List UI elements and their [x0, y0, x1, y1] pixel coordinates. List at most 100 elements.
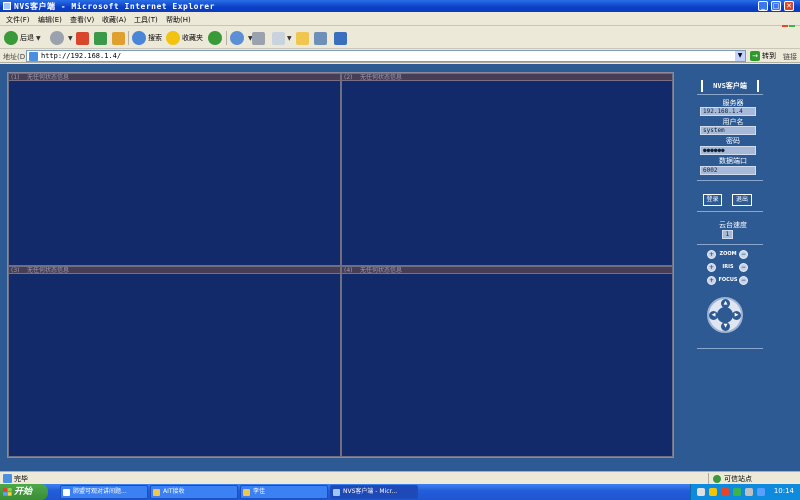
divider — [697, 348, 763, 349]
close-button[interactable]: ✕ — [784, 1, 794, 11]
folder-button[interactable] — [296, 30, 309, 46]
ptz-down-arrow-icon[interactable]: ▼ — [721, 322, 730, 331]
ptz-up-arrow-icon[interactable]: ▲ — [721, 299, 730, 308]
address-input[interactable]: http://192.168.1.4/ ▼ — [26, 50, 746, 62]
go-button[interactable]: → 转到 — [750, 51, 776, 61]
network-icon[interactable] — [757, 488, 765, 496]
video-cell-3[interactable]: (3) 无任何状态信息 — [8, 266, 341, 457]
menu-view[interactable]: 查看(V) — [70, 15, 94, 25]
menu-edit[interactable]: 编辑(E) — [38, 15, 62, 25]
panel-title: NVS客户端 — [701, 80, 759, 92]
status-bar: 完毕 可信站点 — [0, 471, 800, 484]
messenger-button[interactable] — [314, 30, 327, 46]
logout-button[interactable]: 退出 — [732, 194, 752, 206]
ptz-right-arrow-icon[interactable]: ▶ — [732, 311, 741, 320]
folder-icon — [153, 489, 160, 496]
ptz-left-arrow-icon[interactable]: ◀ — [709, 311, 718, 320]
server-input[interactable]: 192.168.1.4 — [700, 107, 756, 116]
messenger-icon — [314, 31, 327, 45]
home-button[interactable] — [112, 30, 125, 46]
task-button-2[interactable]: AIT接收 — [150, 485, 238, 499]
zoom-out-button[interactable]: − — [739, 250, 748, 259]
history-button[interactable] — [208, 30, 224, 46]
focus-near-button[interactable]: + — [707, 276, 716, 285]
port-input[interactable]: 6002 — [700, 166, 756, 175]
chevron-down-icon: ▼ — [36, 34, 41, 42]
ptz-speed-label: 云台速度 — [719, 221, 747, 229]
start-button[interactable]: 开始 — [0, 484, 48, 500]
task-label: 肺盟可观对讲间题... — [73, 488, 127, 495]
folder-icon — [243, 489, 250, 496]
favorites-label: 收藏夹 — [182, 34, 203, 42]
volume-icon[interactable] — [745, 488, 753, 496]
video-cell-2[interactable]: (2) 无任何状态信息 — [341, 73, 673, 266]
taskbar: 开始 肺盟可观对讲间题... AIT接收 李佳 NVS客户端 - Micr...… — [0, 484, 800, 500]
back-button[interactable]: 后退 ▼ — [4, 30, 41, 46]
focus-label: FOCUS — [718, 277, 738, 283]
research-button[interactable] — [334, 30, 347, 46]
iris-open-button[interactable]: + — [707, 263, 716, 272]
tray-icon[interactable] — [733, 488, 741, 496]
address-bar: 地址(D) http://192.168.1.4/ ▼ → 转到 链接 — [0, 49, 800, 63]
trusted-sites-icon — [713, 474, 721, 483]
print-button[interactable] — [252, 30, 265, 46]
menu-file[interactable]: 文件(F) — [6, 15, 30, 25]
windows-flag-icon — [3, 488, 12, 496]
divider — [697, 211, 763, 212]
cell-status: 无任何状态信息 — [27, 267, 70, 274]
chevron-down-icon: ▼ — [287, 34, 292, 42]
refresh-button[interactable] — [94, 30, 107, 46]
refresh-icon — [94, 31, 107, 45]
video-cell-1[interactable]: (1) 无任何状态信息 — [8, 73, 341, 266]
task-label: NVS客户端 - Micr... — [343, 488, 398, 495]
menu-tools[interactable]: 工具(T) — [134, 15, 158, 25]
forward-button[interactable]: ▼ — [50, 30, 73, 46]
cell-status: 无任何状态信息 — [27, 74, 70, 81]
focus-far-button[interactable]: − — [739, 276, 748, 285]
ptz-direction-pad[interactable]: ▲ ▼ ◀ ▶ — [707, 297, 743, 333]
video-cell-header: (3) 无任何状态信息 — [9, 267, 340, 274]
video-cell-4[interactable]: (4) 无任何状态信息 — [341, 266, 673, 457]
stop-button[interactable] — [76, 30, 89, 46]
stop-icon — [76, 31, 89, 45]
iris-label: IRIS — [722, 264, 734, 270]
password-input[interactable]: ●●●●●● — [700, 146, 756, 155]
tray-icon[interactable] — [697, 488, 705, 496]
address-url: http://192.168.1.4/ — [41, 52, 122, 60]
task-button-3[interactable]: 李佳 — [240, 485, 328, 499]
user-input[interactable]: system — [700, 126, 756, 135]
login-button[interactable]: 登录 — [703, 194, 722, 206]
cell-number: (2) — [344, 74, 353, 81]
mail-button[interactable]: ▼ — [230, 30, 253, 46]
maximize-button[interactable]: □ — [771, 1, 781, 11]
go-arrow-icon: → — [750, 51, 760, 61]
video-cell-header: (2) 无任何状态信息 — [342, 74, 672, 81]
task-button-4[interactable]: NVS客户端 - Micr... — [330, 485, 418, 499]
back-arrow-icon — [4, 31, 18, 45]
tray-icon[interactable] — [721, 488, 729, 496]
task-label: 李佳 — [253, 488, 266, 495]
folder-icon — [296, 31, 309, 45]
video-cell-header: (1) 无任何状态信息 — [9, 74, 340, 81]
task-button-1[interactable]: 肺盟可观对讲间题... — [60, 485, 148, 499]
tray-icon[interactable] — [709, 488, 717, 496]
search-icon — [132, 31, 146, 45]
clock[interactable]: 10:14 — [774, 487, 794, 495]
port-label: 数据端口 — [719, 157, 747, 165]
favorites-button[interactable]: 收藏夹 — [166, 30, 203, 46]
zoom-in-button[interactable]: + — [707, 250, 716, 259]
ptz-speed-input[interactable]: 1 — [722, 230, 733, 239]
menu-favorites[interactable]: 收藏(A) — [102, 15, 126, 25]
menu-help[interactable]: 帮助(H) — [166, 15, 191, 25]
search-button[interactable]: 搜索 — [132, 30, 162, 46]
video-cell-header: (4) 无任何状态信息 — [342, 267, 672, 274]
iris-close-button[interactable]: − — [739, 263, 748, 272]
chevron-down-icon[interactable]: ▼ — [735, 51, 745, 61]
go-label: 转到 — [762, 52, 776, 60]
edit-button[interactable]: ▼ — [272, 30, 292, 46]
forward-arrow-icon — [50, 31, 64, 45]
menu-bar: 文件(F) 编辑(E) 查看(V) 收藏(A) 工具(T) 帮助(H) — [0, 12, 800, 36]
divider — [697, 180, 763, 181]
links-button[interactable]: 链接 — [783, 52, 797, 62]
minimize-button[interactable]: _ — [758, 1, 768, 11]
